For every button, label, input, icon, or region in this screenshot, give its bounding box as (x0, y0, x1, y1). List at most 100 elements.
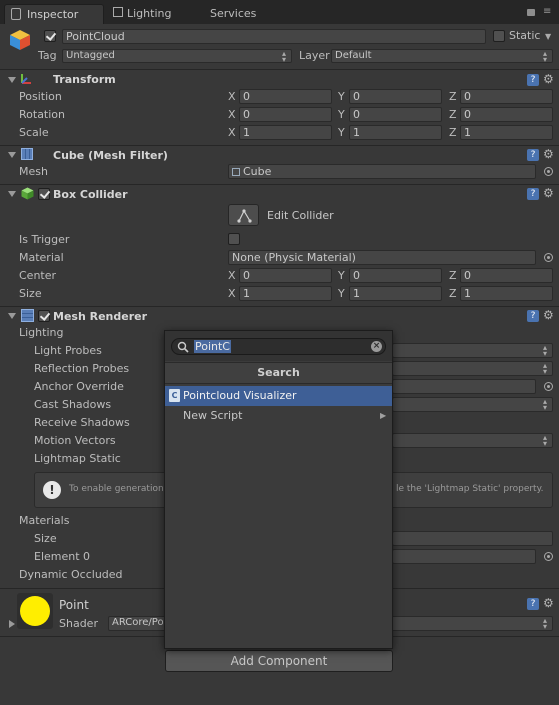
object-name-text: PointCloud (66, 30, 125, 43)
light-probes-label: Light Probes (34, 344, 102, 357)
gear-icon[interactable]: ⚙ (543, 597, 554, 609)
inspector-tab-icon (11, 8, 21, 20)
popup-search-input[interactable]: PointC × (171, 338, 386, 355)
physic-material-field[interactable]: None (Physic Material) (228, 250, 536, 265)
material-foldout-icon[interactable] (9, 620, 15, 628)
tab-lighting[interactable]: Lighting (110, 4, 202, 24)
object-name-field[interactable]: PointCloud (62, 29, 486, 44)
size-x-value: 1 (243, 287, 250, 300)
popup-header: Search (165, 362, 392, 384)
scale-z-field[interactable]: 1 (460, 125, 553, 140)
help-icon[interactable]: ? (527, 149, 539, 161)
mesh-filter-foldout-icon[interactable] (8, 152, 16, 158)
layer-label: Layer (299, 49, 330, 62)
box-collider-foldout-icon[interactable] (8, 191, 16, 197)
tab-lighting-label: Lighting (127, 7, 172, 20)
mesh-grid-icon (232, 168, 240, 176)
lock-icon[interactable] (527, 9, 535, 16)
materials-size-label: Size (34, 532, 57, 545)
transform-foldout-icon[interactable] (8, 77, 16, 83)
is-trigger-checkbox[interactable] (228, 233, 240, 245)
tab-inspector[interactable]: Inspector (4, 4, 104, 24)
help-icon[interactable]: ? (527, 188, 539, 200)
object-picker-icon[interactable] (544, 382, 553, 391)
gear-icon[interactable]: ⚙ (543, 309, 554, 321)
position-z-field[interactable]: 0 (460, 89, 553, 104)
popup-item-new-script[interactable]: New Script ▶ (165, 406, 392, 426)
add-component-label: Add Component (230, 654, 328, 668)
size-y-field[interactable]: 1 (349, 286, 442, 301)
mesh-renderer-title: Mesh Renderer (53, 310, 148, 323)
clear-search-icon[interactable]: × (371, 341, 382, 352)
object-picker-icon[interactable] (544, 253, 553, 262)
position-y-field[interactable]: 0 (349, 89, 442, 104)
center-z-field[interactable]: 0 (460, 268, 553, 283)
edit-collider-button[interactable] (228, 204, 259, 226)
shader-label: Shader (59, 617, 98, 630)
element0-field[interactable] (392, 549, 536, 564)
popup-item-label: New Script (183, 409, 243, 422)
rotation-x-field[interactable]: 0 (239, 107, 332, 122)
box-collider-title: Box Collider (53, 188, 128, 201)
gameobject-cube-icon (9, 29, 31, 51)
size-y-value: 1 (353, 287, 360, 300)
divider (0, 306, 559, 307)
gear-icon[interactable]: ⚙ (543, 187, 554, 199)
lightmap-static-label: Lightmap Static (34, 452, 121, 465)
info-icon: ! (43, 481, 61, 499)
object-picker-icon[interactable] (544, 167, 553, 176)
scale-y-field[interactable]: 1 (349, 125, 442, 140)
position-x-field[interactable]: 0 (239, 89, 332, 104)
rotation-y-value: 0 (353, 108, 360, 121)
static-checkbox[interactable] (493, 30, 505, 42)
add-component-button[interactable]: Add Component (165, 650, 393, 672)
reflection-probes-dropdown[interactable]: ▴ ▾ (392, 361, 553, 376)
popup-item-pointcloud-visualizer[interactable]: C Pointcloud Visualizer (165, 386, 392, 406)
center-y-field[interactable]: 0 (349, 268, 442, 283)
help-icon[interactable]: ? (527, 310, 539, 322)
material-name: Point (59, 598, 89, 612)
axis-z-label: Z (449, 269, 457, 282)
static-dropdown-icon[interactable]: ▼ (545, 32, 551, 41)
mesh-renderer-foldout-icon[interactable] (8, 313, 16, 319)
transform-icon (19, 72, 33, 86)
scale-x-value: 1 (243, 126, 250, 139)
motion-vectors-dropdown[interactable]: ▴ ▾ (392, 433, 553, 448)
dropdown-arrows-icon: ▴ ▾ (281, 49, 286, 63)
divider (0, 184, 559, 185)
light-probes-dropdown[interactable]: ▴ ▾ (392, 343, 553, 358)
materials-foldout-label[interactable]: Materials (19, 514, 69, 527)
rotation-label: Rotation (19, 108, 66, 121)
center-x-field[interactable]: 0 (239, 268, 332, 283)
mesh-object-field[interactable]: Cube (228, 164, 536, 179)
object-picker-icon[interactable] (544, 552, 553, 561)
tab-services[interactable]: Services (205, 4, 275, 24)
size-x-field[interactable]: 1 (239, 286, 332, 301)
reflection-probes-label: Reflection Probes (34, 362, 130, 375)
anchor-override-field[interactable] (392, 379, 536, 394)
rotation-z-field[interactable]: 0 (460, 107, 553, 122)
material-label: Material (19, 251, 64, 264)
rotation-x-value: 0 (243, 108, 250, 121)
help-icon[interactable]: ? (527, 598, 539, 610)
scale-x-field[interactable]: 1 (239, 125, 332, 140)
gear-icon[interactable]: ⚙ (543, 148, 554, 160)
mesh-filter-icon (21, 148, 33, 160)
gear-icon[interactable]: ⚙ (543, 73, 554, 85)
active-checkbox[interactable] (44, 30, 56, 42)
cast-shadows-dropdown[interactable]: ▴ ▾ (392, 397, 553, 412)
help-icon[interactable]: ? (527, 74, 539, 86)
tag-dropdown[interactable]: Untagged ▴ ▾ (62, 49, 292, 63)
mesh-renderer-enabled-checkbox[interactable] (38, 310, 50, 322)
box-collider-enabled-checkbox[interactable] (38, 188, 50, 200)
lighting-foldout-label[interactable]: Lighting (19, 326, 63, 339)
window-menu-icon[interactable]: ≡ (543, 7, 551, 17)
size-z-field[interactable]: 1 (460, 286, 553, 301)
materials-size-field[interactable] (392, 531, 553, 546)
scale-y-value: 1 (353, 126, 360, 139)
layer-dropdown[interactable]: Default ▴ ▾ (331, 49, 553, 63)
axis-x-label: X (228, 269, 236, 282)
popup-item-label: Pointcloud Visualizer (183, 389, 297, 402)
rotation-y-field[interactable]: 0 (349, 107, 442, 122)
axis-z-label: Z (449, 90, 457, 103)
